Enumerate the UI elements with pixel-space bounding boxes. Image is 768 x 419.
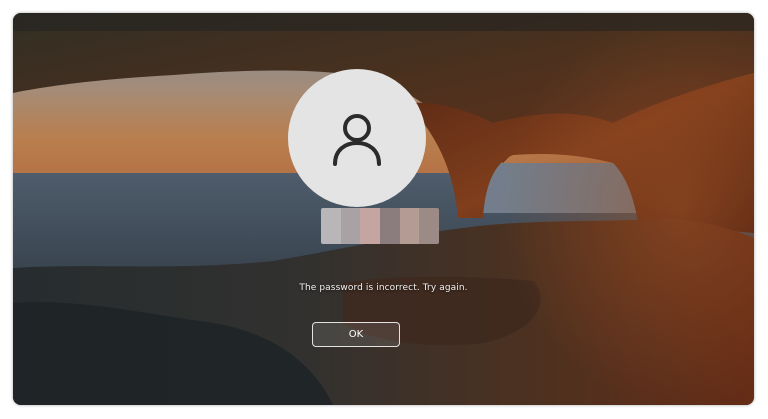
- person-outline-icon: [333, 114, 381, 166]
- ok-button[interactable]: OK: [312, 322, 400, 347]
- user-avatar: [288, 69, 426, 207]
- error-message: The password is incorrect. Try again.: [299, 283, 468, 293]
- username-pixelated: [321, 208, 439, 244]
- lock-screen: The password is incorrect. Try again. OK: [13, 13, 754, 405]
